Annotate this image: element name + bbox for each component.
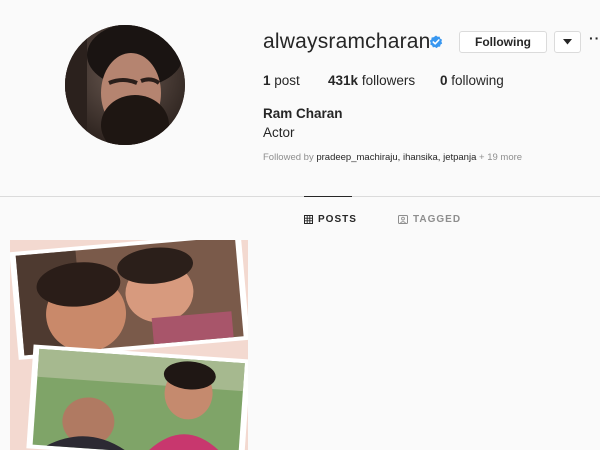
followed-by-more[interactable]: + 19 more	[479, 152, 522, 163]
following-count-value: 0	[440, 73, 448, 88]
followers-count-label: followers	[361, 73, 416, 88]
ellipsis-icon[interactable]: ···	[589, 30, 600, 46]
followers-count-value: 431k	[328, 73, 359, 88]
followed-by[interactable]: Followed by pradeep_machiraju, ihansika,…	[263, 152, 522, 163]
tabs-divider	[0, 196, 600, 197]
bio: Actor	[263, 125, 295, 140]
caret-down-icon	[563, 39, 572, 45]
tag-icon	[398, 215, 408, 224]
tab-tagged-label: TAGGED	[413, 214, 462, 225]
tab-tagged[interactable]: TAGGED	[398, 214, 461, 225]
post-thumbnail[interactable]	[10, 240, 248, 450]
followed-by-names[interactable]: pradeep_machiraju, ihansika, jetpanja	[316, 152, 476, 163]
verified-badge-icon	[429, 35, 443, 49]
active-tab-indicator	[304, 196, 352, 197]
posts-count-label: post	[274, 73, 300, 88]
followed-by-prefix: Followed by	[263, 152, 314, 163]
tab-posts-label: POSTS	[318, 214, 357, 225]
posts-count-value: 1	[263, 73, 271, 88]
following-count-label: following	[451, 73, 504, 88]
post-photo-collage	[10, 240, 248, 450]
followers-count[interactable]: 431k followers	[328, 73, 415, 88]
following-count[interactable]: 0 following	[440, 73, 504, 88]
posts-count: 1 post	[263, 73, 300, 88]
profile-avatar[interactable]	[65, 25, 185, 145]
username: alwaysramcharan	[263, 30, 431, 53]
full-name: Ram Charan	[263, 106, 343, 121]
options-dropdown-button[interactable]	[554, 31, 581, 53]
tab-posts[interactable]: POSTS	[304, 214, 357, 225]
following-button[interactable]: Following	[459, 31, 547, 53]
grid-icon	[304, 215, 313, 224]
avatar-photo	[65, 25, 185, 145]
